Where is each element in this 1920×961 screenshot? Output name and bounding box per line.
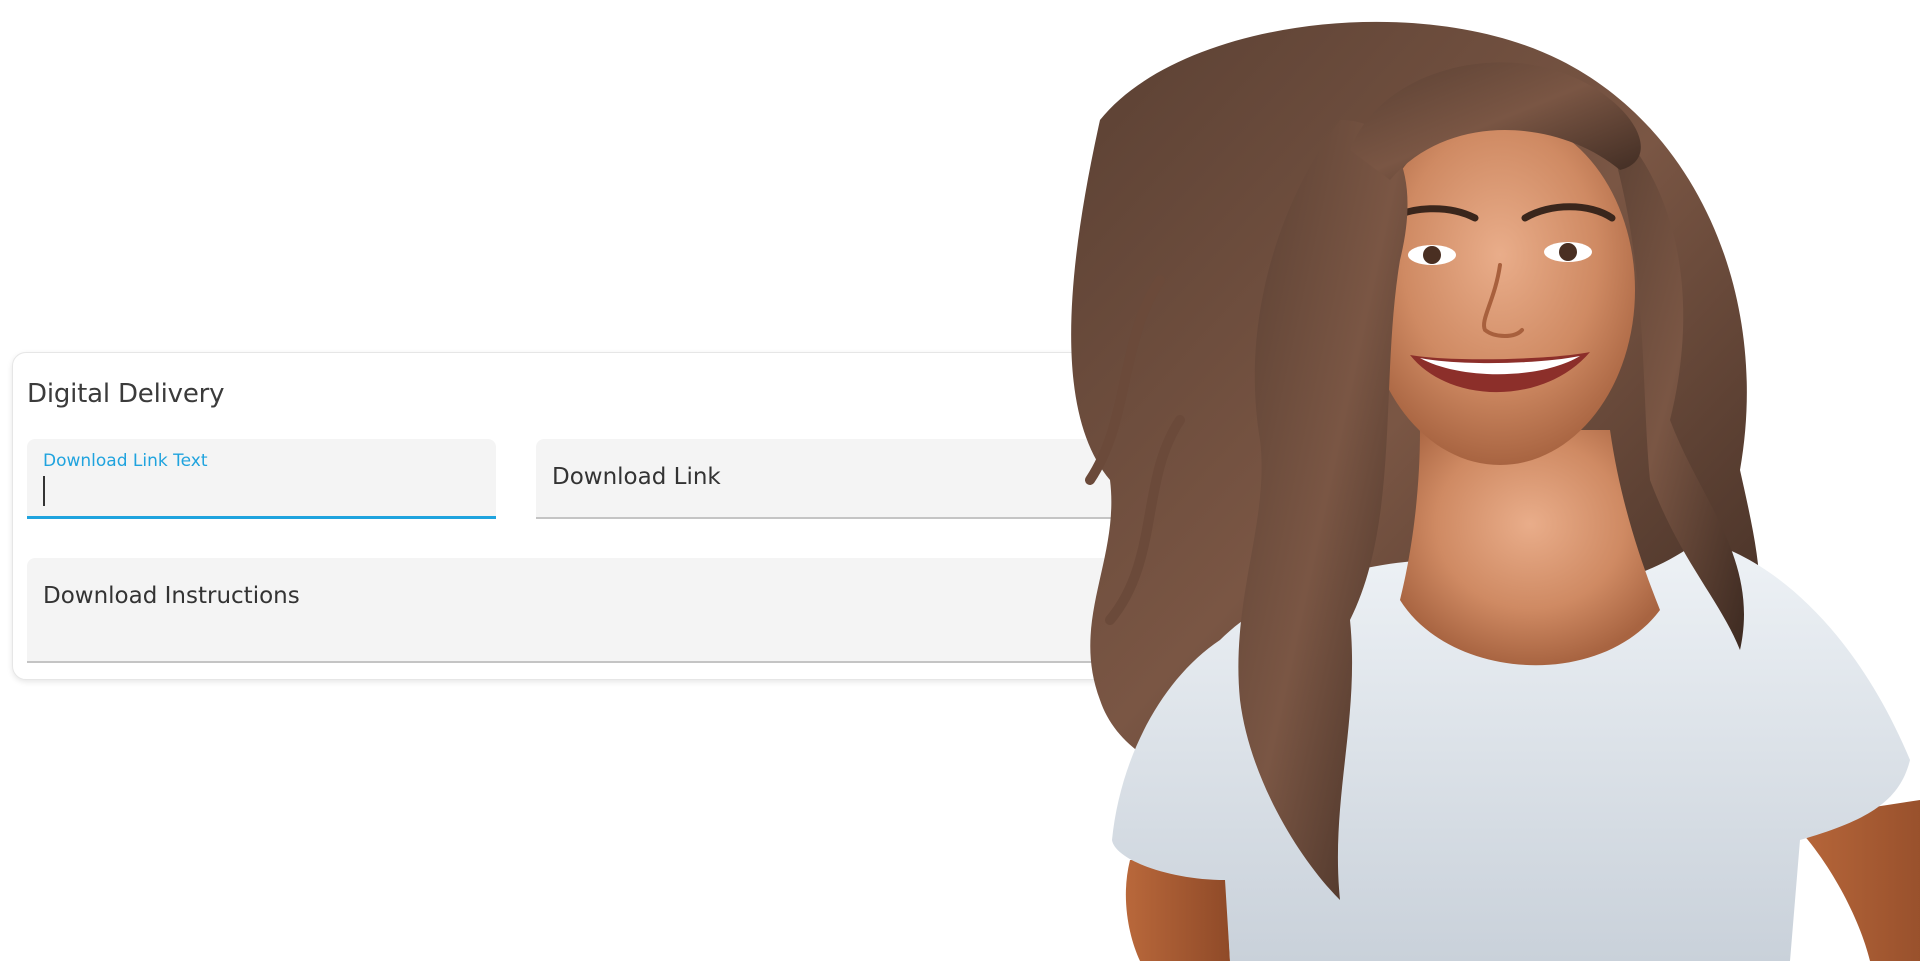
hair-top <box>1350 62 1641 180</box>
text-cursor <box>43 476 45 506</box>
download-link-text-label: Download Link Text <box>43 451 208 471</box>
download-instructions-label: Download Instructions <box>43 583 300 609</box>
nose <box>1482 263 1524 338</box>
left-arm <box>1125 860 1230 961</box>
download-instructions-field[interactable]: Download Instructions <box>27 558 1257 663</box>
face <box>1365 115 1635 465</box>
section-title: Digital Delivery <box>27 379 225 409</box>
hair-front-left <box>1238 120 1408 900</box>
right-eye <box>1544 242 1592 262</box>
download-link-label: Download Link <box>552 464 721 490</box>
teeth <box>1420 356 1580 375</box>
left-eyebrow <box>1381 205 1479 226</box>
right-arm <box>1790 800 1920 961</box>
digital-delivery-card: Digital Delivery Download Link Text Down… <box>12 352 1257 680</box>
right-eyebrow <box>1521 203 1616 222</box>
neck <box>1400 430 1660 666</box>
download-link-field[interactable]: Download Link <box>536 439 1256 519</box>
left-eye <box>1408 245 1456 265</box>
mouth <box>1410 352 1590 393</box>
hair-front-right <box>1600 110 1744 650</box>
download-link-text-field[interactable]: Download Link Text <box>27 439 496 519</box>
page: Digital Delivery Download Link Text Down… <box>0 0 1920 961</box>
download-link-text-input[interactable] <box>43 475 467 507</box>
